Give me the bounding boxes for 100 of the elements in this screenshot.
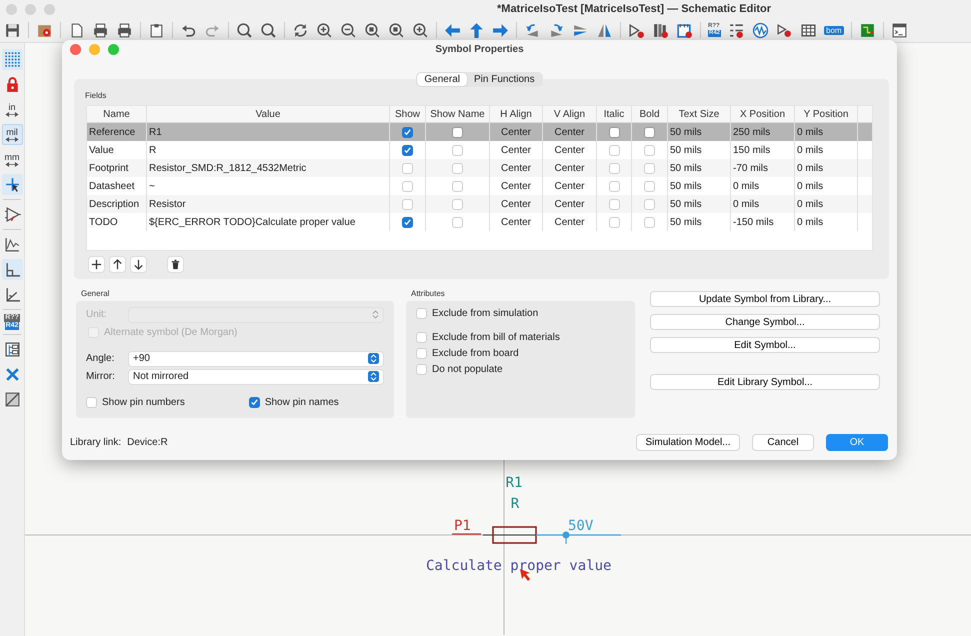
table-cell: ${ERC_ERROR TODO}Calculate proper value	[147, 213, 390, 231]
reference-label: R1	[506, 475, 522, 491]
list-icon[interactable]	[728, 22, 746, 38]
column-header[interactable]: Name	[87, 106, 147, 122]
printer-icon[interactable]	[116, 22, 133, 38]
waveform-icon[interactable]	[752, 22, 770, 38]
zoom-in-icon[interactable]	[316, 22, 333, 38]
save-icon[interactable]	[4, 22, 21, 38]
table-cell: 0 mils	[795, 123, 858, 141]
table-cell: R1	[147, 123, 390, 141]
tools-icon[interactable]	[4, 366, 20, 383]
column-header[interactable]: X Position	[731, 106, 795, 122]
double-arrow-icon	[4, 136, 20, 142]
library-icon[interactable]	[652, 22, 669, 38]
symbol-icon[interactable]	[776, 22, 794, 38]
column-header[interactable]: Italic	[597, 106, 632, 122]
checkbox[interactable]	[644, 126, 655, 138]
printer-icon[interactable]	[92, 22, 109, 38]
table-cell: Center	[543, 213, 597, 231]
checkbox[interactable]	[402, 126, 413, 138]
action-button[interactable]: Change Symbol...	[650, 314, 880, 330]
tab[interactable]: General	[417, 73, 467, 86]
clipboard-icon[interactable]	[148, 22, 165, 38]
angle-dropdown[interactable]: +90	[128, 350, 384, 366]
window-title: *MatriceIsoTest [MatriceIsoTest] — Schematic Editor	[497, 3, 772, 15]
table-cell: Center	[490, 195, 543, 213]
table-row[interactable]: Reference R1 Center Center 50 mils 250 mils 0 mils	[87, 123, 872, 141]
table-cell: Center	[543, 195, 597, 213]
value-label: R	[510, 496, 520, 512]
zoom-fit-icon[interactable]	[364, 22, 381, 38]
checkbox[interactable]	[452, 126, 463, 138]
delete-button[interactable]	[167, 256, 184, 273]
column-header[interactable]: H Align	[490, 106, 543, 122]
library-link-value: Device:R	[127, 436, 168, 448]
double-arrow-icon	[4, 112, 20, 116]
column-header[interactable]: Bold	[632, 106, 668, 122]
opamp-icon[interactable]	[4, 206, 20, 223]
refresh-icon[interactable]	[292, 22, 309, 38]
cursor-icon[interactable]	[4, 176, 20, 193]
checkbox-label: Exclude from bill of materials	[432, 332, 560, 342]
table-cell: 50 mils	[668, 213, 731, 231]
column-header[interactable]: Show Name	[426, 106, 490, 122]
dialog-button[interactable]: Cancel	[752, 434, 814, 450]
box-icon[interactable]	[4, 391, 20, 408]
table-cell: Center	[490, 159, 543, 177]
move-up-button[interactable]	[109, 256, 126, 273]
tab[interactable]: Pin Functions	[466, 73, 542, 86]
angle-icon[interactable]	[4, 286, 20, 303]
close-button[interactable]	[70, 44, 81, 55]
zoom-out-icon[interactable]	[340, 22, 357, 38]
column-header[interactable]: Y Position	[795, 106, 858, 122]
action-button[interactable]: Edit Library Symbol...	[650, 374, 880, 390]
checklist-icon[interactable]	[676, 22, 693, 38]
zoom-fit-icon[interactable]	[388, 22, 405, 38]
action-button[interactable]: Edit Symbol...	[650, 337, 880, 353]
unit-button[interactable]: mil	[2, 124, 22, 145]
zoom-in-icon[interactable]	[412, 22, 429, 38]
column-header[interactable]: Show	[390, 106, 426, 122]
column-header[interactable]: Value	[147, 106, 390, 122]
circuit-board-icon[interactable]	[858, 22, 876, 38]
arrow-left-icon[interactable]	[444, 22, 461, 38]
arrow-up-icon[interactable]	[468, 22, 485, 38]
dialog-button[interactable]: Simulation Model...	[636, 434, 740, 450]
table-cell: -70 mils	[731, 159, 795, 177]
mirror-dropdown[interactable]: Not mirrored	[128, 368, 384, 384]
action-button[interactable]: Update Symbol from Library...	[650, 291, 880, 307]
symbol-icon[interactable]	[628, 22, 645, 38]
bom-icon[interactable]: bom	[824, 26, 844, 34]
net-label: P1	[452, 518, 481, 535]
move-down-button[interactable]	[130, 256, 147, 273]
rotate-right-icon[interactable]	[548, 22, 565, 38]
mirror-icon[interactable]	[596, 22, 613, 38]
checkbox[interactable]	[402, 216, 413, 228]
section-label: General	[81, 289, 110, 298]
table-cell: 0 mils	[795, 159, 858, 177]
unit-button[interactable]: in	[2, 99, 22, 120]
terminal-icon[interactable]	[890, 22, 908, 38]
search-icon[interactable]	[236, 22, 253, 38]
checkbox[interactable]	[402, 144, 413, 156]
checkbox-label: Show pin names	[264, 396, 339, 408]
arrow-right-icon[interactable]	[492, 22, 509, 38]
add-button[interactable]	[88, 256, 105, 273]
grid-icon[interactable]	[4, 51, 20, 68]
rotate-left-icon[interactable]	[524, 22, 541, 38]
table-icon[interactable]	[800, 22, 818, 38]
graph-icon[interactable]	[4, 236, 20, 253]
table-row[interactable]: TODO ${ERC_ERROR TODO}Calculate proper value Center Center 50 mils -150 mils 0 mils	[87, 213, 872, 231]
table-cell: Resistor	[147, 195, 390, 213]
table-cell: -150 mils	[731, 213, 795, 231]
search-icon[interactable]	[260, 22, 277, 38]
checkbox[interactable]	[608, 126, 620, 138]
checkbox[interactable]	[248, 396, 260, 408]
column-header[interactable]: Text Size	[668, 106, 731, 122]
section-label: Attributes	[411, 289, 446, 298]
table-cell: 50 mils	[668, 159, 731, 177]
right-angle-icon[interactable]	[4, 261, 20, 278]
hierarchy-icon[interactable]	[4, 341, 20, 358]
column-header[interactable]: V Align	[543, 106, 597, 122]
unit-button[interactable]: mm	[2, 149, 22, 170]
field-label: Angle:	[86, 353, 116, 364]
